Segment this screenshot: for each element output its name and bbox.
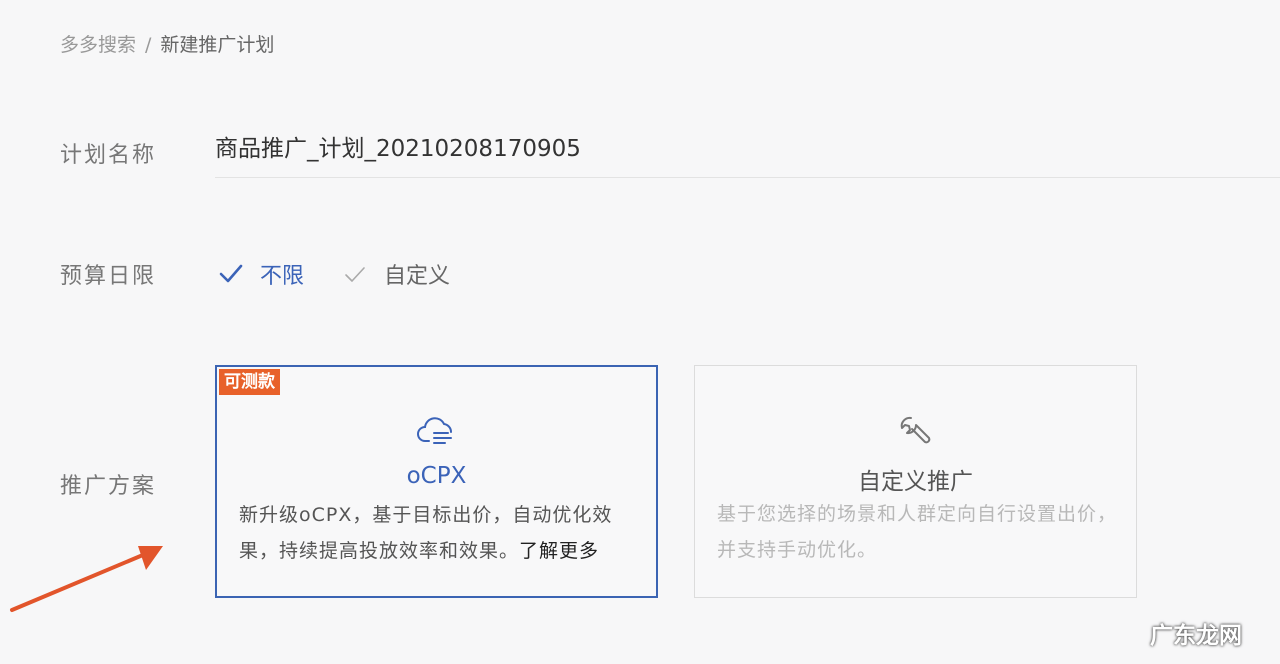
card-description: 新升级oCPX，基于目标出价，自动优化效果，持续提高投放效率和效果。了解更多 (239, 497, 638, 569)
card-title: oCPX (406, 463, 467, 489)
card-description: 基于您选择的场景和人群定向自行设置出价，并支持手动优化。 (717, 503, 1118, 561)
breadcrumb: 多多搜索 / 新建推广计划 (60, 30, 274, 57)
budget-option-label: 自定义 (384, 264, 451, 289)
budget-label: 预算日限 (60, 264, 157, 289)
wrench-icon (900, 416, 930, 444)
plan-name-label: 计划名称 (60, 143, 157, 168)
breadcrumb-separator: / (145, 34, 152, 56)
check-icon (345, 267, 365, 282)
custom-promotion-card[interactable]: 自定义推广 基于您选择的场景和人群定向自行设置出价，并支持手动优化。 (694, 365, 1137, 598)
budget-option-custom[interactable]: 自定义 (342, 258, 450, 290)
budget-option-label: 不限 (260, 264, 305, 289)
learn-more-link[interactable]: 了解更多 (519, 540, 599, 562)
scheme-label: 推广方案 (60, 474, 157, 499)
budget-option-unlimited[interactable]: 不限 (218, 258, 304, 290)
card-title: 自定义推广 (858, 469, 973, 495)
plan-name-input[interactable] (215, 126, 1280, 178)
test-tag-badge: 可测款 (219, 369, 280, 395)
check-icon (219, 264, 243, 283)
cloud-ocpx-icon (416, 417, 452, 444)
breadcrumb-current: 新建推广计划 (160, 34, 275, 56)
watermark-text: 广东龙网 (1150, 623, 1242, 649)
breadcrumb-root[interactable]: 多多搜索 (60, 34, 136, 56)
ocpx-card[interactable]: 可测款 oCPX 新升级oCPX，基于目标出价，自动优化效果，持续提高投放效率和… (215, 365, 658, 598)
